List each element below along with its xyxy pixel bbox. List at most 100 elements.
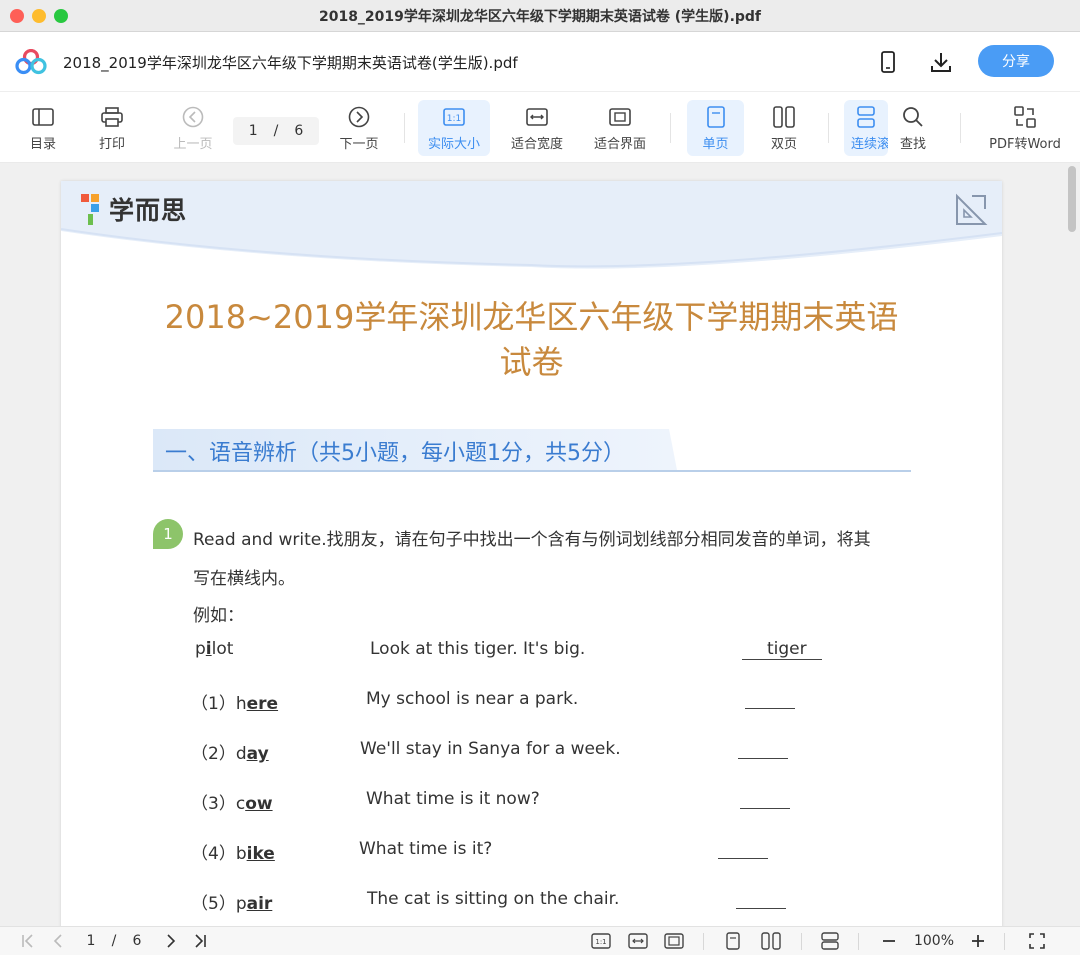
document-name: 2018_2019学年深圳龙华区六年级下学期期末英语试卷(学生版).pdf — [63, 54, 518, 72]
single-page-small-icon[interactable] — [723, 931, 743, 951]
close-window-button[interactable] — [10, 9, 24, 23]
item-2-word: （2）day — [191, 744, 269, 764]
question-instruction-line2: 写在横线内。 — [193, 569, 295, 589]
double-page-small-icon[interactable] — [760, 931, 782, 951]
pdf-viewer[interactable]: 学而思 2018~2019学年深圳龙华区六年级下学期期末英语 试卷 一、语音辨析… — [0, 163, 1080, 926]
prev-page-icon[interactable] — [48, 931, 68, 951]
example-answer: tiger — [767, 639, 807, 659]
vertical-scrollbar[interactable] — [1068, 166, 1076, 232]
double-page-button[interactable]: 双页 — [758, 100, 810, 156]
baidu-netdisk-logo-icon — [15, 49, 47, 75]
actual-size-button[interactable]: 1:1 实际大小 — [418, 100, 490, 156]
total-pages: 6 — [294, 123, 304, 139]
single-page-button[interactable]: 单页 — [687, 100, 744, 156]
arrow-left-circle-icon — [182, 105, 204, 129]
status-current-page[interactable]: 1 — [80, 931, 102, 951]
status-divider — [703, 933, 704, 950]
continuous-small-icon[interactable] — [819, 931, 841, 951]
toolbar-divider — [670, 113, 671, 143]
continuous-scroll-label: 连续滚 — [851, 136, 888, 152]
double-page-label: 双页 — [770, 136, 797, 152]
brand-logo: 学而思 — [79, 191, 187, 227]
xueersi-logo-icon — [81, 194, 99, 225]
ruler-corner-icon — [956, 193, 988, 225]
item-4-word: （4）bike — [191, 844, 275, 864]
next-page-button[interactable]: 下一页 — [334, 100, 384, 156]
sidebar-icon — [32, 105, 54, 129]
item-2-answer-blank[interactable] — [738, 758, 788, 759]
last-page-icon[interactable] — [190, 931, 210, 951]
print-label: 打印 — [98, 136, 125, 152]
print-button[interactable]: 打印 — [92, 100, 132, 156]
banner-background — [61, 181, 1002, 269]
toolbar-divider — [404, 113, 405, 143]
minimize-window-button[interactable] — [32, 9, 46, 23]
section-heading-text: 一、语音辨析（共5小题，每小题1分，共5分） — [165, 441, 625, 466]
prev-page-label: 上一页 — [173, 136, 213, 152]
zoom-window-button[interactable] — [54, 9, 68, 23]
fit-width-label: 适合宽度 — [510, 136, 563, 152]
item-3-sentence: What time is it now? — [366, 789, 540, 809]
first-page-icon[interactable] — [18, 931, 38, 951]
document-title-line2: 试卷 — [499, 343, 564, 381]
item-1-answer-blank[interactable] — [745, 708, 795, 709]
page-number-input[interactable]: 1 / 6 — [233, 117, 319, 145]
pdf-page: 学而思 2018~2019学年深圳龙华区六年级下学期期末英语 试卷 一、语音辨析… — [61, 181, 1002, 926]
status-divider — [801, 933, 802, 950]
window-titlebar: 2018_2019学年深圳龙华区六年级下学期期末英语试卷 (学生版).pdf — [0, 0, 1080, 32]
status-divider — [1004, 933, 1005, 950]
item-5-answer-blank[interactable] — [736, 908, 786, 909]
share-button[interactable]: 分享 — [978, 45, 1054, 77]
item-3-answer-blank[interactable] — [740, 808, 790, 809]
actual-size-icon: 1:1 — [443, 105, 465, 129]
pdf-to-word-button[interactable]: PDF转Word — [982, 100, 1068, 156]
status-divider — [858, 933, 859, 950]
double-page-icon — [773, 105, 795, 129]
brand-name: 学而思 — [109, 196, 188, 225]
page-banner: 学而思 — [61, 181, 1002, 271]
zoom-out-icon[interactable] — [879, 931, 899, 951]
pdf-to-word-label: PDF转Word — [989, 136, 1061, 152]
toolbar-divider — [828, 113, 829, 143]
fit-page-button[interactable]: 适合界面 — [588, 100, 652, 156]
item-1-sentence: My school is near a park. — [366, 689, 579, 709]
download-icon[interactable] — [929, 50, 953, 74]
actual-size-label: 实际大小 — [427, 136, 480, 152]
mobile-view-icon[interactable] — [876, 50, 900, 74]
search-icon — [902, 105, 924, 129]
fullscreen-icon[interactable] — [1027, 931, 1047, 951]
item-2-sentence: We'll stay in Sanya for a week. — [360, 739, 621, 759]
window-controls — [10, 9, 68, 23]
arrow-right-circle-icon — [348, 105, 370, 129]
status-page-separator: / — [111, 933, 117, 949]
continuous-scroll-icon — [851, 105, 881, 129]
example-label: 例如： — [193, 606, 244, 626]
fit-width-button[interactable]: 适合宽度 — [505, 100, 569, 156]
item-5-sentence: The cat is sitting on the chair. — [367, 889, 620, 909]
toc-button[interactable]: 目录 — [23, 100, 63, 156]
find-button[interactable]: 查找 — [890, 100, 936, 156]
continuous-scroll-button[interactable]: 连续滚 — [844, 100, 888, 156]
document-title-line1: 2018~2019学年深圳龙华区六年级下学期期末英语 — [164, 298, 899, 336]
svg-text:1:1: 1:1 — [595, 938, 606, 946]
example-word: pilot — [195, 639, 234, 659]
printer-icon — [101, 105, 123, 129]
zoom-in-icon[interactable] — [968, 931, 988, 951]
actual-size-small-icon[interactable]: 1:1 — [590, 931, 612, 951]
item-1-word: （1）here — [191, 694, 279, 714]
svg-text:1:1: 1:1 — [447, 114, 461, 124]
convert-icon — [1014, 105, 1036, 129]
prev-page-button[interactable]: 上一页 — [168, 100, 218, 156]
current-page: 1 — [248, 123, 258, 139]
single-page-label: 单页 — [702, 136, 729, 152]
item-4-sentence: What time is it? — [359, 839, 493, 859]
question-number-badge: 1 — [153, 519, 183, 549]
single-page-icon — [706, 105, 725, 129]
zoom-level[interactable]: 100% — [908, 931, 960, 951]
fit-width-small-icon[interactable] — [627, 931, 649, 951]
fit-page-small-icon[interactable] — [663, 931, 685, 951]
next-page-icon[interactable] — [161, 931, 181, 951]
next-page-label: 下一页 — [339, 136, 379, 152]
status-bar: 1 / 6 1:1 100% — [0, 926, 1080, 955]
item-4-answer-blank[interactable] — [718, 858, 768, 859]
